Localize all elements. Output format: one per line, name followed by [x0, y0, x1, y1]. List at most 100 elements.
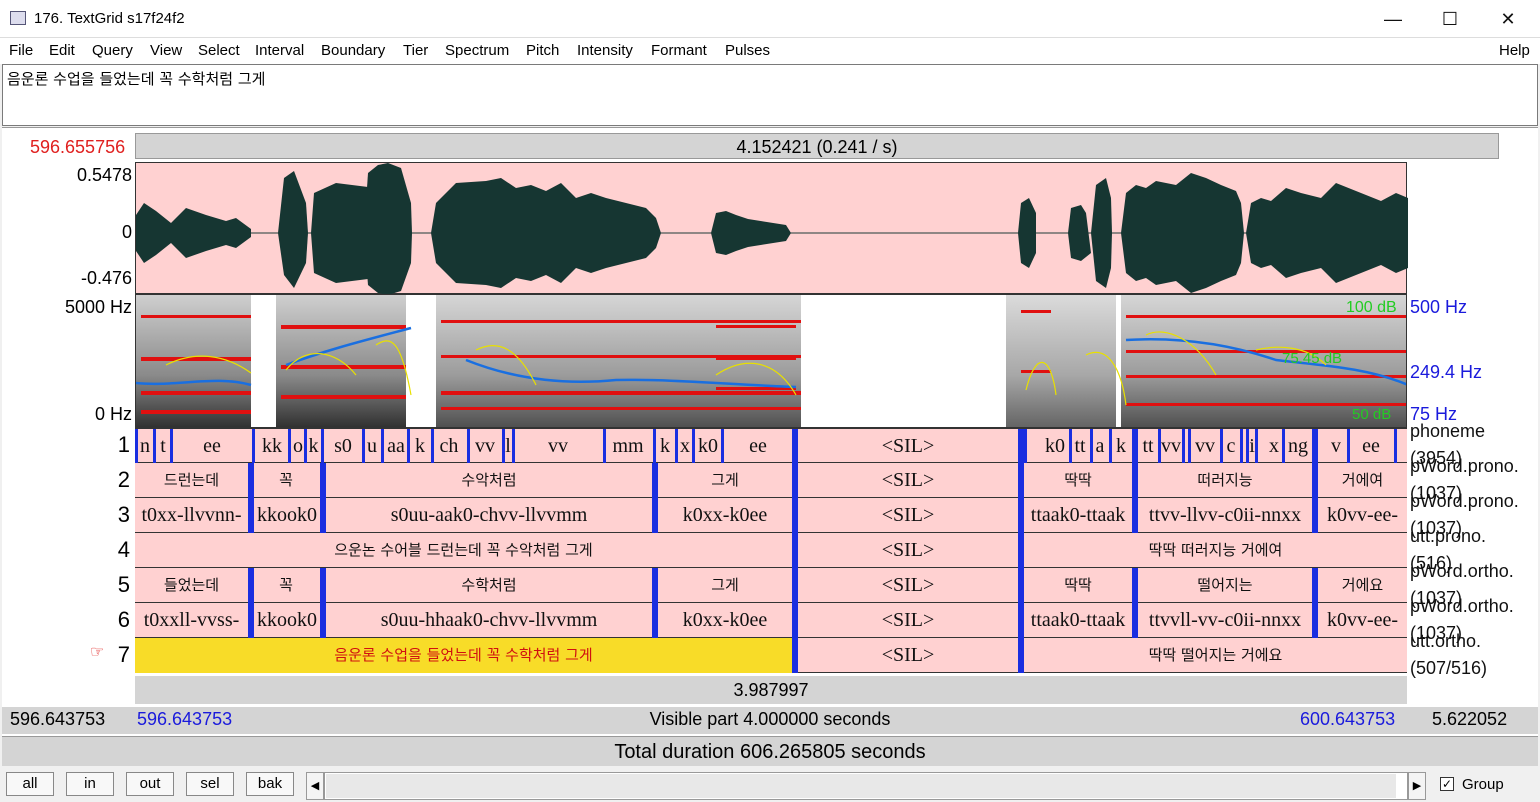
interval-label[interactable]: vv [470, 429, 500, 464]
interval-label[interactable]: 딱딱 [1024, 568, 1132, 603]
tier-phoneme[interactable]: n t ee kk o k s0 u aa k ch vv l vv mm k … [135, 428, 1407, 464]
close-icon[interactable]: ✕ [1485, 2, 1531, 36]
menu-boundary[interactable]: Boundary [321, 42, 385, 59]
menu-select[interactable]: Select [198, 42, 240, 59]
cursor-time-bar[interactable]: 3.987997 [135, 676, 1407, 704]
tier-utt-ortho[interactable]: 음운론 수업을 들었는데 꼭 수학처럼 그게 <SIL> 딱딱 떨어지는 거에요 [135, 638, 1407, 673]
menu-formant[interactable]: Formant [651, 42, 707, 59]
menu-tier[interactable]: Tier [403, 42, 428, 59]
group-checkbox[interactable]: ✓ [1440, 777, 1454, 791]
scrollbar-thumb[interactable] [326, 774, 1396, 798]
menu-pitch[interactable]: Pitch [526, 42, 559, 59]
interval-label[interactable]: ttaak0-ttaak [1024, 603, 1132, 638]
menu-spectrum[interactable]: Spectrum [445, 42, 509, 59]
menu-help[interactable]: Help [1499, 42, 1530, 59]
interval-label[interactable]: 딱딱 떠러지능 거에여 [1024, 533, 1407, 568]
interval-label[interactable]: 수악처럼 [326, 463, 652, 498]
zoom-back-button[interactable]: bak [246, 772, 294, 796]
selection-duration-bar[interactable]: 4.152421 (0.241 / s) [135, 133, 1499, 159]
menu-file[interactable]: File [9, 42, 33, 59]
interval-label[interactable]: ee [724, 429, 792, 464]
tier-pword-ortho-2[interactable]: t0xxll-vvss- kkook0 s0uu-hhaak0-chvv-llv… [135, 603, 1407, 638]
interval-label[interactable]: k0vv-ee- [1318, 498, 1407, 533]
interval-label[interactable]: 으운논 수어블 드런는데 꼭 수악처럼 그게 [135, 533, 792, 568]
interval-label[interactable]: k0vv-ee- [1318, 603, 1407, 638]
interval-label[interactable]: <SIL> [798, 568, 1018, 603]
interval-label[interactable]: n [138, 429, 152, 464]
interval-label[interactable]: 떠러지능 [1138, 463, 1312, 498]
interval-label[interactable]: mm [606, 429, 650, 464]
tier-pword-prono-2[interactable]: t0xx-llvvnn- kkook0 s0uu-aak0-chvv-llvvm… [135, 498, 1407, 533]
interval-label[interactable]: k0xx-k0ee [658, 498, 792, 533]
interval-label[interactable]: <SIL> [798, 463, 1018, 498]
visible-start-time[interactable]: 596.643753 [137, 709, 232, 730]
interval-label[interactable]: kkook0 [254, 498, 320, 533]
spectrogram[interactable] [135, 294, 1407, 428]
selected-interval[interactable]: 음운론 수업을 들었는데 꼭 수학처럼 그게 [135, 638, 792, 673]
scroll-right-arrow-icon[interactable]: ▶ [1408, 772, 1426, 800]
interval-label[interactable]: t [156, 429, 170, 464]
menu-interval[interactable]: Interval [255, 42, 304, 59]
tier-pword-ortho-1[interactable]: 들었는데 꼭 수학처럼 그게 <SIL> 딱딱 떨어지는 거에요 [135, 568, 1407, 603]
zoom-selection-button[interactable]: sel [186, 772, 234, 796]
tier-pword-prono-1[interactable]: 드런는데 꼭 수악처럼 그게 <SIL> 딱딱 떠러지능 거에여 [135, 463, 1407, 498]
zoom-in-button[interactable]: in [66, 772, 114, 796]
interval-label[interactable]: 드런는데 [135, 463, 248, 498]
window-end-time[interactable]: 5.622052 [1432, 709, 1507, 730]
interval-label[interactable]: ng [1285, 429, 1311, 464]
scroll-left-arrow-icon[interactable]: ◀ [306, 772, 324, 800]
waveform[interactable] [135, 162, 1408, 295]
interval-label[interactable]: vv [1191, 429, 1219, 464]
maximize-icon[interactable]: ☐ [1427, 2, 1473, 36]
interval-label[interactable]: ttvv-llvv-c0ii-nnxx [1138, 498, 1312, 533]
interval-label[interactable]: x [1266, 429, 1282, 464]
interval-label[interactable]: l [504, 429, 512, 464]
interval-label[interactable]: 그게 [658, 463, 792, 498]
interval-label[interactable]: 거에요 [1318, 568, 1407, 603]
interval-label[interactable]: t0xxll-vvss- [135, 603, 248, 638]
interval-label[interactable]: kk [255, 429, 289, 464]
interval-label[interactable]: tt [1138, 429, 1158, 464]
interval-label[interactable]: vv [1161, 429, 1181, 464]
interval-label[interactable]: ttvvll-vv-c0ii-nnxx [1138, 603, 1312, 638]
interval-label[interactable]: v [1328, 429, 1344, 464]
minimize-icon[interactable]: — [1370, 2, 1416, 36]
interval-label[interactable]: 딱딱 떨어지는 거에요 [1024, 638, 1407, 673]
interval-label[interactable]: x [678, 429, 692, 464]
menu-pulses[interactable]: Pulses [725, 42, 770, 59]
interval-label[interactable]: <SIL> [798, 533, 1018, 568]
menu-view[interactable]: View [150, 42, 182, 59]
interval-label[interactable]: <SIL> [798, 603, 1018, 638]
interval-label[interactable]: k0 [1041, 429, 1069, 464]
window-start-time[interactable]: 596.643753 [10, 709, 105, 730]
interval-label[interactable]: ch [434, 429, 464, 464]
interval-label[interactable]: k [656, 429, 674, 464]
interval-label[interactable]: k0 [695, 429, 721, 464]
zoom-out-button[interactable]: out [126, 772, 174, 796]
tier-utt-prono[interactable]: 으운논 수어블 드런는데 꼭 수악처럼 그게 <SIL> 딱딱 떠러지능 거에여 [135, 533, 1407, 568]
interval-label[interactable]: <SIL> [798, 638, 1018, 673]
interval-text-field[interactable]: 음운론 수업을 들었는데 꼭 수학처럼 그게 [2, 64, 1538, 126]
menu-intensity[interactable]: Intensity [577, 42, 633, 59]
interval-label[interactable]: aa [384, 429, 408, 464]
interval-label[interactable]: k [307, 429, 320, 464]
interval-label[interactable]: ee [1350, 429, 1392, 464]
interval-label[interactable]: <SIL> [798, 429, 1018, 464]
interval-label[interactable]: c [1223, 429, 1239, 464]
interval-label[interactable]: s0 [324, 429, 362, 464]
menu-query[interactable]: Query [92, 42, 133, 59]
interval-label[interactable]: 수학처럼 [326, 568, 652, 603]
interval-label[interactable]: vv [515, 429, 601, 464]
interval-label[interactable]: k [1112, 429, 1130, 464]
interval-label[interactable]: ttaak0-ttaak [1024, 498, 1132, 533]
interval-label[interactable]: <SIL> [798, 498, 1018, 533]
interval-label[interactable]: tt [1072, 429, 1088, 464]
visible-end-time[interactable]: 600.643753 [1300, 709, 1395, 730]
interval-label[interactable]: 꼭 [254, 463, 318, 498]
interval-label[interactable]: 떨어지는 [1138, 568, 1312, 603]
menu-edit[interactable]: Edit [49, 42, 75, 59]
total-duration-bar[interactable]: Total duration 606.265805 seconds [2, 736, 1538, 766]
zoom-all-button[interactable]: all [6, 772, 54, 796]
interval-label[interactable]: 그게 [658, 568, 792, 603]
interval-label[interactable]: 딱딱 [1024, 463, 1132, 498]
